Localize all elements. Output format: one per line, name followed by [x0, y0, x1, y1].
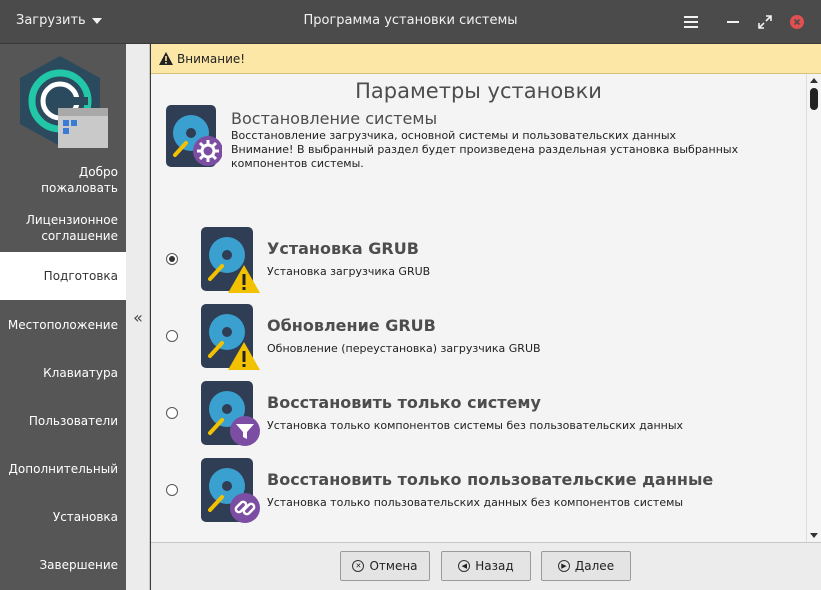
- option-restore-user-data-only[interactable]: Восстановить только пользовательские дан…: [151, 458, 806, 524]
- option-description: Установка загрузчика GRUB: [267, 265, 431, 278]
- disk-warning-icon: [201, 227, 260, 293]
- options-content: Параметры установки Востановление систем…: [151, 74, 806, 542]
- header-line2: Внимание! В выбранный раздел будет произ…: [231, 143, 739, 170]
- maximize-button[interactable]: [755, 12, 775, 32]
- header-title: Востановление системы: [231, 109, 438, 128]
- option-title: Установка GRUB: [267, 239, 419, 258]
- chevron-down-icon: [91, 18, 102, 24]
- warning-bar: Внимание!: [151, 44, 821, 74]
- sidebar-item-preparation[interactable]: Подготовка: [0, 252, 126, 300]
- sidebar-item-license[interactable]: Лицензионное соглашение: [0, 212, 126, 244]
- option-install-grub[interactable]: Установка GRUB Установка загрузчика GRUB: [151, 227, 806, 293]
- option-description: Установка только компонентов системы без…: [267, 419, 684, 432]
- back-button-label: Назад: [475, 559, 514, 573]
- option-restore-system-only[interactable]: Восстановить только систему Установка то…: [151, 381, 806, 447]
- installer-logo-icon: [20, 56, 108, 148]
- option-description: Обновление (переустановка) загрузчика GR…: [267, 342, 541, 355]
- sidebar-item-users[interactable]: Пользователи: [0, 413, 126, 429]
- radio-restore-system-only[interactable]: [166, 407, 178, 419]
- minimize-button[interactable]: [723, 12, 743, 32]
- option-description: Установка только пользовательских данных…: [267, 496, 684, 509]
- sidebar-item-additional[interactable]: Дополнительный: [0, 461, 126, 477]
- option-title: Восстановить только систему: [267, 393, 541, 412]
- load-menu-label: Загрузить: [16, 13, 86, 28]
- footer-bar: ✕ Отмена ◀ Назад ▶ Далее: [151, 542, 821, 590]
- next-button[interactable]: ▶ Далее: [541, 551, 631, 581]
- scroll-down-arrow-icon[interactable]: [810, 533, 818, 538]
- close-icon: [790, 15, 804, 29]
- radio-restore-user-data-only[interactable]: [166, 484, 178, 496]
- cancel-button[interactable]: ✕ Отмена: [340, 551, 430, 581]
- scroll-up-arrow-icon[interactable]: [810, 78, 818, 83]
- sidebar-item-welcome[interactable]: Добро пожаловать: [0, 164, 126, 196]
- hamburger-icon: [684, 16, 698, 28]
- minimize-icon: [727, 21, 739, 23]
- option-title: Обновление GRUB: [267, 316, 436, 335]
- next-button-label: Далее: [574, 559, 615, 573]
- load-menu-button[interactable]: Загрузить: [16, 13, 102, 28]
- sidebar-item-keyboard[interactable]: Клавиатура: [0, 365, 126, 381]
- collapse-sidebar-button[interactable]: «: [130, 308, 146, 328]
- option-update-grub[interactable]: Обновление GRUB Обновление (переустановк…: [151, 304, 806, 370]
- page-title: Параметры установки: [355, 79, 602, 103]
- header-description: Восстановление загрузчика, основной сист…: [231, 129, 791, 171]
- maximize-icon: [758, 15, 772, 29]
- close-button[interactable]: [787, 12, 807, 32]
- main-panel: Внимание! Параметры установки Востановле…: [151, 44, 821, 590]
- sidebar-item-installation[interactable]: Установка: [0, 509, 126, 525]
- sidebar-collapse-strip: «: [126, 44, 150, 590]
- disk-warning-icon: [201, 304, 260, 370]
- back-arrow-icon: ◀: [458, 560, 471, 572]
- disk-filter-icon: [201, 381, 260, 446]
- scrollbar-thumb[interactable]: [810, 88, 818, 110]
- cancel-icon: ✕: [352, 560, 365, 572]
- next-arrow-icon: ▶: [557, 560, 570, 572]
- warning-icon: [159, 52, 173, 65]
- radio-install-grub[interactable]: [166, 253, 178, 265]
- restore-system-icon: [166, 105, 222, 167]
- hamburger-menu-button[interactable]: [681, 12, 701, 32]
- disk-link-icon: [201, 458, 260, 523]
- sidebar-item-finish[interactable]: Завершение: [0, 557, 126, 573]
- option-title: Восстановить только пользовательские дан…: [267, 470, 714, 489]
- back-button[interactable]: ◀ Назад: [441, 551, 531, 581]
- warning-text: Внимание!: [177, 51, 246, 66]
- radio-update-grub[interactable]: [166, 330, 178, 342]
- content-scrollbar[interactable]: [806, 74, 821, 542]
- cancel-button-label: Отмена: [369, 559, 418, 573]
- header-line1: Восстановление загрузчика, основной сист…: [231, 129, 677, 142]
- sidebar: Добро пожаловать Лицензионное соглашение…: [0, 44, 126, 590]
- sidebar-item-location[interactable]: Местоположение: [0, 317, 126, 333]
- title-bar: Загрузить Программа установки системы: [0, 0, 821, 44]
